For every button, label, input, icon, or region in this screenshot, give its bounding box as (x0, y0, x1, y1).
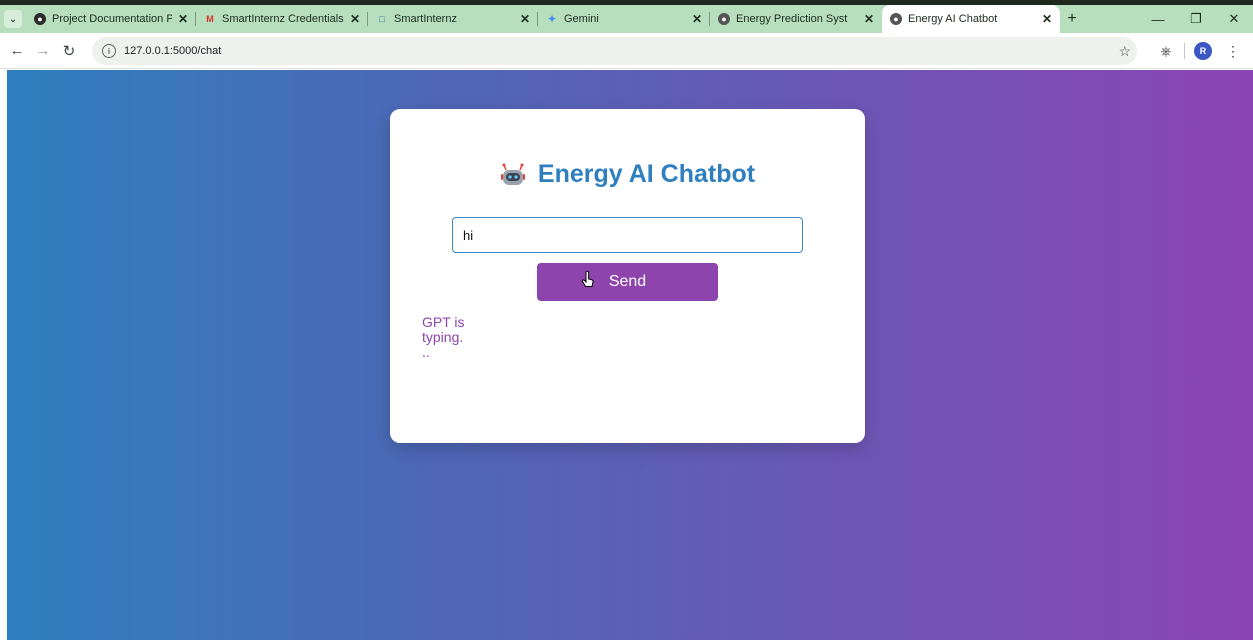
close-icon[interactable]: ✕ (692, 12, 702, 26)
bookmark-star-icon[interactable]: ☆ (1118, 43, 1131, 60)
tab-smartinternz-credentials[interactable]: M SmartInternz Credentials f ✕ (196, 5, 368, 33)
plus-icon: + (1067, 10, 1077, 27)
chat-card: Energy AI Chatbot Send GPT is typing... (390, 109, 865, 443)
tab-title: SmartInternz Credentials f (222, 13, 344, 25)
avatar: R (1194, 42, 1212, 60)
page-title: Energy AI Chatbot (537, 160, 756, 188)
tab-energy-prediction[interactable]: ● Energy Prediction Syst ✕ (710, 5, 882, 33)
minimize-button[interactable]: — (1139, 5, 1177, 33)
close-icon[interactable]: ✕ (350, 12, 360, 26)
profile-button[interactable]: R (1191, 39, 1215, 63)
new-tab-button[interactable]: + (1060, 5, 1084, 33)
window-controls: — ❐ ✕ (1139, 5, 1253, 33)
send-button[interactable]: Send (537, 263, 718, 301)
close-icon[interactable]: ✕ (520, 12, 530, 26)
address-bar[interactable]: i 127.0.0.1:5000/chat ☆ (92, 37, 1137, 65)
chat-header: Energy AI Chatbot (390, 160, 865, 189)
smartinternz-icon: □ (379, 13, 385, 24)
reload-button[interactable]: ↻ (56, 38, 82, 64)
toolbar-divider (1184, 43, 1185, 59)
menu-button[interactable]: ⋮ (1221, 39, 1245, 63)
puzzle-icon: ⎈ (1160, 42, 1172, 59)
browser-tab-strip: ⌄ ● Project Documentation Pr ✕ M SmartIn… (0, 0, 1253, 33)
tab-title: SmartInternz (394, 13, 457, 25)
close-window-button[interactable]: ✕ (1215, 5, 1253, 33)
minimize-icon: — (1151, 11, 1165, 27)
close-icon[interactable]: ✕ (178, 12, 188, 26)
tab-title: Energy AI Chatbot (908, 13, 998, 25)
tab-title: Energy Prediction Syst (736, 13, 848, 25)
globe-icon: ● (718, 13, 730, 25)
globe-icon: ● (34, 13, 46, 25)
message-input[interactable] (452, 217, 803, 253)
restore-icon: ❐ (1190, 11, 1202, 26)
tab-energy-ai-chatbot[interactable]: ● Energy AI Chatbot ✕ (882, 5, 1060, 33)
tab-search-button[interactable]: ⌄ (0, 5, 26, 33)
typing-indicator: GPT is typing... (422, 314, 465, 360)
close-icon[interactable]: ✕ (864, 12, 874, 26)
gmail-icon: M (206, 13, 214, 24)
forward-button[interactable]: → (30, 38, 56, 64)
info-icon[interactable]: i (102, 44, 116, 58)
close-icon: ✕ (1228, 11, 1240, 26)
tab-title: Project Documentation Pr (52, 13, 172, 25)
close-icon[interactable]: ✕ (1042, 12, 1052, 26)
page-viewport: Energy AI Chatbot Send GPT is typing... (7, 70, 1253, 640)
tab-bar: ⌄ ● Project Documentation Pr ✕ M SmartIn… (0, 5, 1253, 33)
back-button[interactable]: ← (4, 38, 30, 64)
chevron-down-icon: ⌄ (4, 10, 22, 28)
arrow-left-icon: ← (9, 42, 25, 59)
arrow-right-icon: → (35, 42, 51, 59)
robot-icon (500, 163, 525, 185)
tab-smartinternz[interactable]: □ SmartInternz ✕ (368, 5, 538, 33)
tab-title: Gemini (564, 13, 599, 25)
address-text: 127.0.0.1:5000/chat (124, 45, 222, 57)
browser-toolbar: ← → ↻ i 127.0.0.1:5000/chat ☆ ⎈ R ⋮ (0, 33, 1253, 69)
kebab-menu-icon: ⋮ (1226, 42, 1240, 59)
extensions-button[interactable]: ⎈ (1154, 39, 1178, 63)
tab-gemini[interactable]: ✦ Gemini ✕ (538, 5, 710, 33)
gemini-icon: ✦ (546, 12, 558, 26)
tab-project-documentation[interactable]: ● Project Documentation Pr ✕ (26, 5, 196, 33)
hand-cursor-icon (581, 271, 594, 287)
toolbar-right: ⎈ R ⋮ (1154, 33, 1253, 69)
globe-icon: ● (890, 13, 902, 25)
window-edge (0, 70, 7, 643)
restore-button[interactable]: ❐ (1177, 5, 1215, 33)
reload-icon: ↻ (62, 42, 76, 60)
